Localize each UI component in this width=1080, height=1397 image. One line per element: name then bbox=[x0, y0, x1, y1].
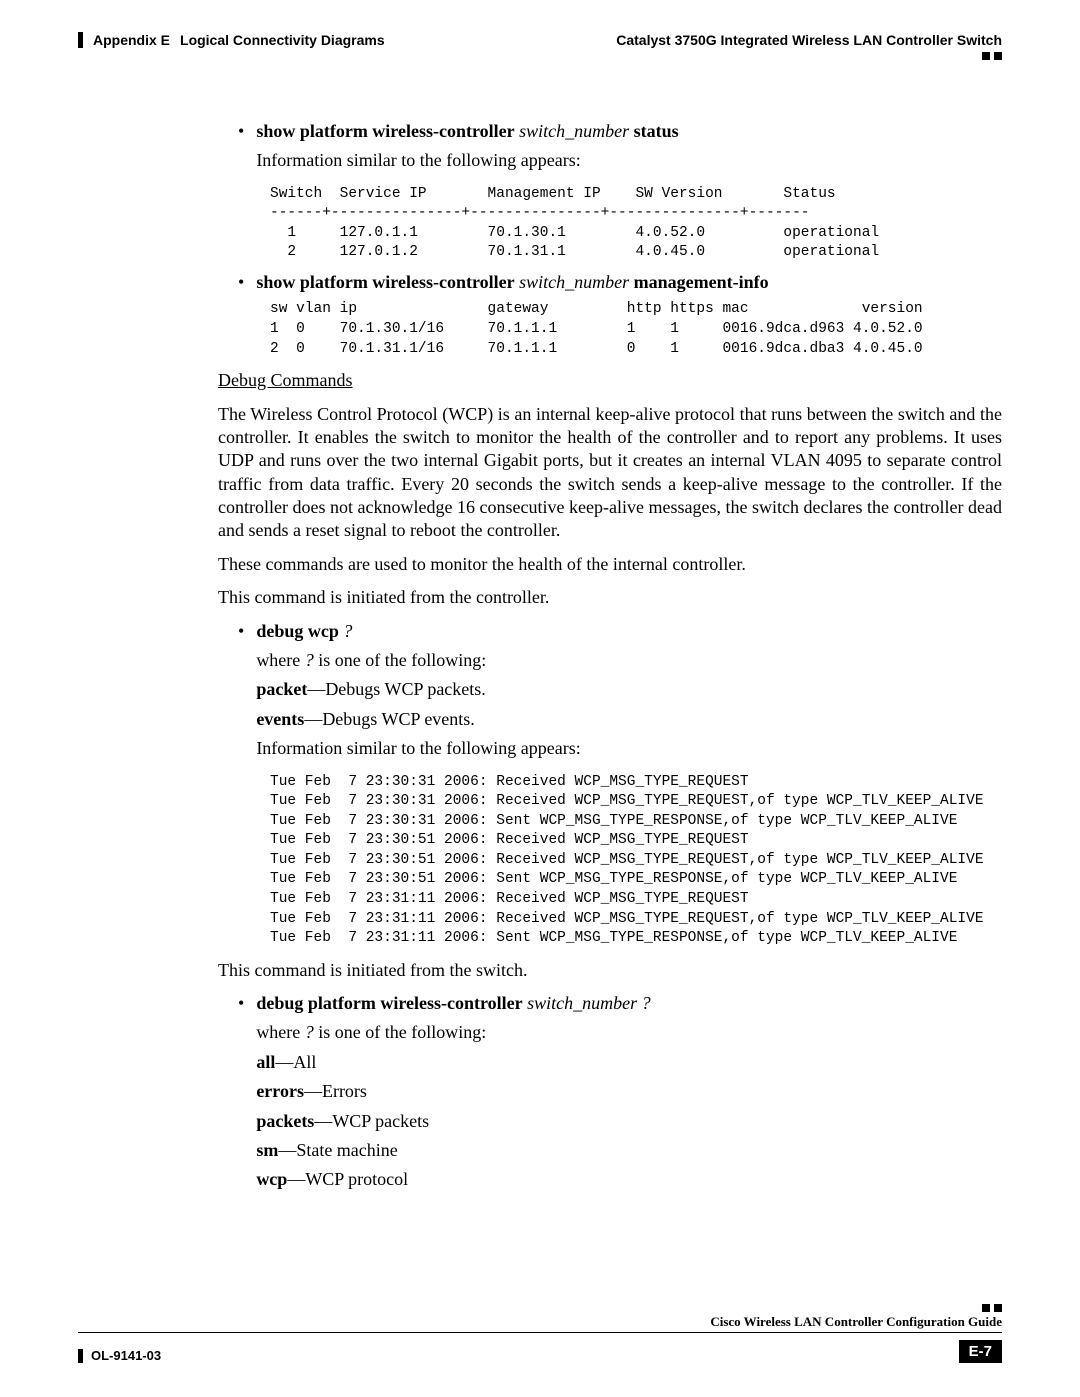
cmd-desc: Information similar to the following app… bbox=[256, 149, 1002, 172]
cmd-output-debug: Tue Feb 7 23:30:31 2006: Received WCP_MS… bbox=[270, 773, 1002, 949]
square-icon bbox=[982, 1304, 990, 1312]
wcp-usage: These commands are used to monitor the h… bbox=[218, 553, 1002, 576]
doc-id: OL-9141-03 bbox=[91, 1348, 161, 1363]
footer-ornament bbox=[78, 1304, 1002, 1312]
bullet-dot-icon: • bbox=[238, 620, 244, 767]
bullet-debug-wcp: • debug wcp ? where ? is one of the foll… bbox=[238, 620, 1002, 949]
cmd-prefix: show platform wireless-controller bbox=[256, 272, 514, 292]
where-line: where ? is one of the following: bbox=[256, 1021, 1002, 1044]
footer-right: E-7 bbox=[959, 1337, 1002, 1363]
header-left: Appendix E Logical Connectivity Diagrams bbox=[78, 32, 385, 48]
cmd-prefix: show platform wireless-controller bbox=[256, 121, 514, 141]
square-icon bbox=[994, 1304, 1002, 1312]
square-icon bbox=[982, 52, 990, 60]
cmd-suffix: status bbox=[634, 121, 679, 141]
opt-all: all—All bbox=[256, 1051, 1002, 1074]
opt-sm: sm—State machine bbox=[256, 1139, 1002, 1162]
header-ornament bbox=[616, 52, 1002, 60]
cmd-output-mgmt: sw vlan ip gateway http https mac versio… bbox=[270, 300, 1002, 359]
bullet-dot-icon: • bbox=[238, 992, 244, 1198]
page-footer: Cisco Wireless LAN Controller Configurat… bbox=[78, 1304, 1002, 1363]
appendix-title: Logical Connectivity Diagrams bbox=[180, 32, 385, 48]
output-desc: Information similar to the following app… bbox=[256, 737, 1002, 760]
from-switch: This command is initiated from the switc… bbox=[218, 959, 1002, 982]
bullet-status: • show platform wireless-controller swit… bbox=[238, 120, 1002, 263]
opt-packets: packets—WCP packets bbox=[256, 1110, 1002, 1133]
cmd-arg: ? bbox=[343, 621, 352, 641]
appendix-label: Appendix E bbox=[93, 32, 170, 48]
page-number: E-7 bbox=[959, 1340, 1002, 1363]
wcp-description: The Wireless Control Protocol (WCP) is a… bbox=[218, 403, 1002, 543]
header-right: Catalyst 3750G Integrated Wireless LAN C… bbox=[616, 32, 1002, 60]
footer-bar-icon bbox=[78, 1349, 83, 1363]
opt-packet: packet—Debugs WCP packets. bbox=[256, 678, 1002, 701]
guide-title: Cisco Wireless LAN Controller Configurat… bbox=[78, 1314, 1002, 1330]
cmd-arg: switch_number bbox=[519, 121, 629, 141]
square-icon bbox=[994, 52, 1002, 60]
bullet-dot-icon: • bbox=[238, 271, 244, 294]
where-line: where ? is one of the following: bbox=[256, 649, 1002, 672]
footer-left: OL-9141-03 bbox=[78, 1348, 161, 1363]
footer-rule bbox=[78, 1332, 1002, 1333]
main-content: • show platform wireless-controller swit… bbox=[218, 120, 1002, 1198]
opt-errors: errors—Errors bbox=[256, 1080, 1002, 1103]
debug-heading: Debug Commands bbox=[218, 369, 1002, 392]
header-bar-icon bbox=[78, 32, 83, 48]
cmd-arg: switch_number ? bbox=[527, 993, 651, 1013]
product-name: Catalyst 3750G Integrated Wireless LAN C… bbox=[616, 32, 1002, 48]
cmd-arg: switch_number bbox=[519, 272, 629, 292]
opt-events: events—Debugs WCP events. bbox=[256, 708, 1002, 731]
cmd-prefix: debug wcp bbox=[256, 621, 339, 641]
from-controller: This command is initiated from the contr… bbox=[218, 586, 1002, 609]
page-header: Appendix E Logical Connectivity Diagrams… bbox=[78, 32, 1002, 60]
cmd-suffix: management-info bbox=[634, 272, 769, 292]
page: Appendix E Logical Connectivity Diagrams… bbox=[0, 0, 1080, 1397]
bullet-mgmt-info: • show platform wireless-controller swit… bbox=[238, 271, 1002, 359]
bullet-debug-platform: • debug platform wireless-controller swi… bbox=[238, 992, 1002, 1198]
cmd-prefix: debug platform wireless-controller bbox=[256, 993, 522, 1013]
bullet-dot-icon: • bbox=[238, 120, 244, 179]
cmd-output-status: Switch Service IP Management IP SW Versi… bbox=[270, 185, 1002, 263]
opt-wcp: wcp—WCP protocol bbox=[256, 1168, 1002, 1191]
